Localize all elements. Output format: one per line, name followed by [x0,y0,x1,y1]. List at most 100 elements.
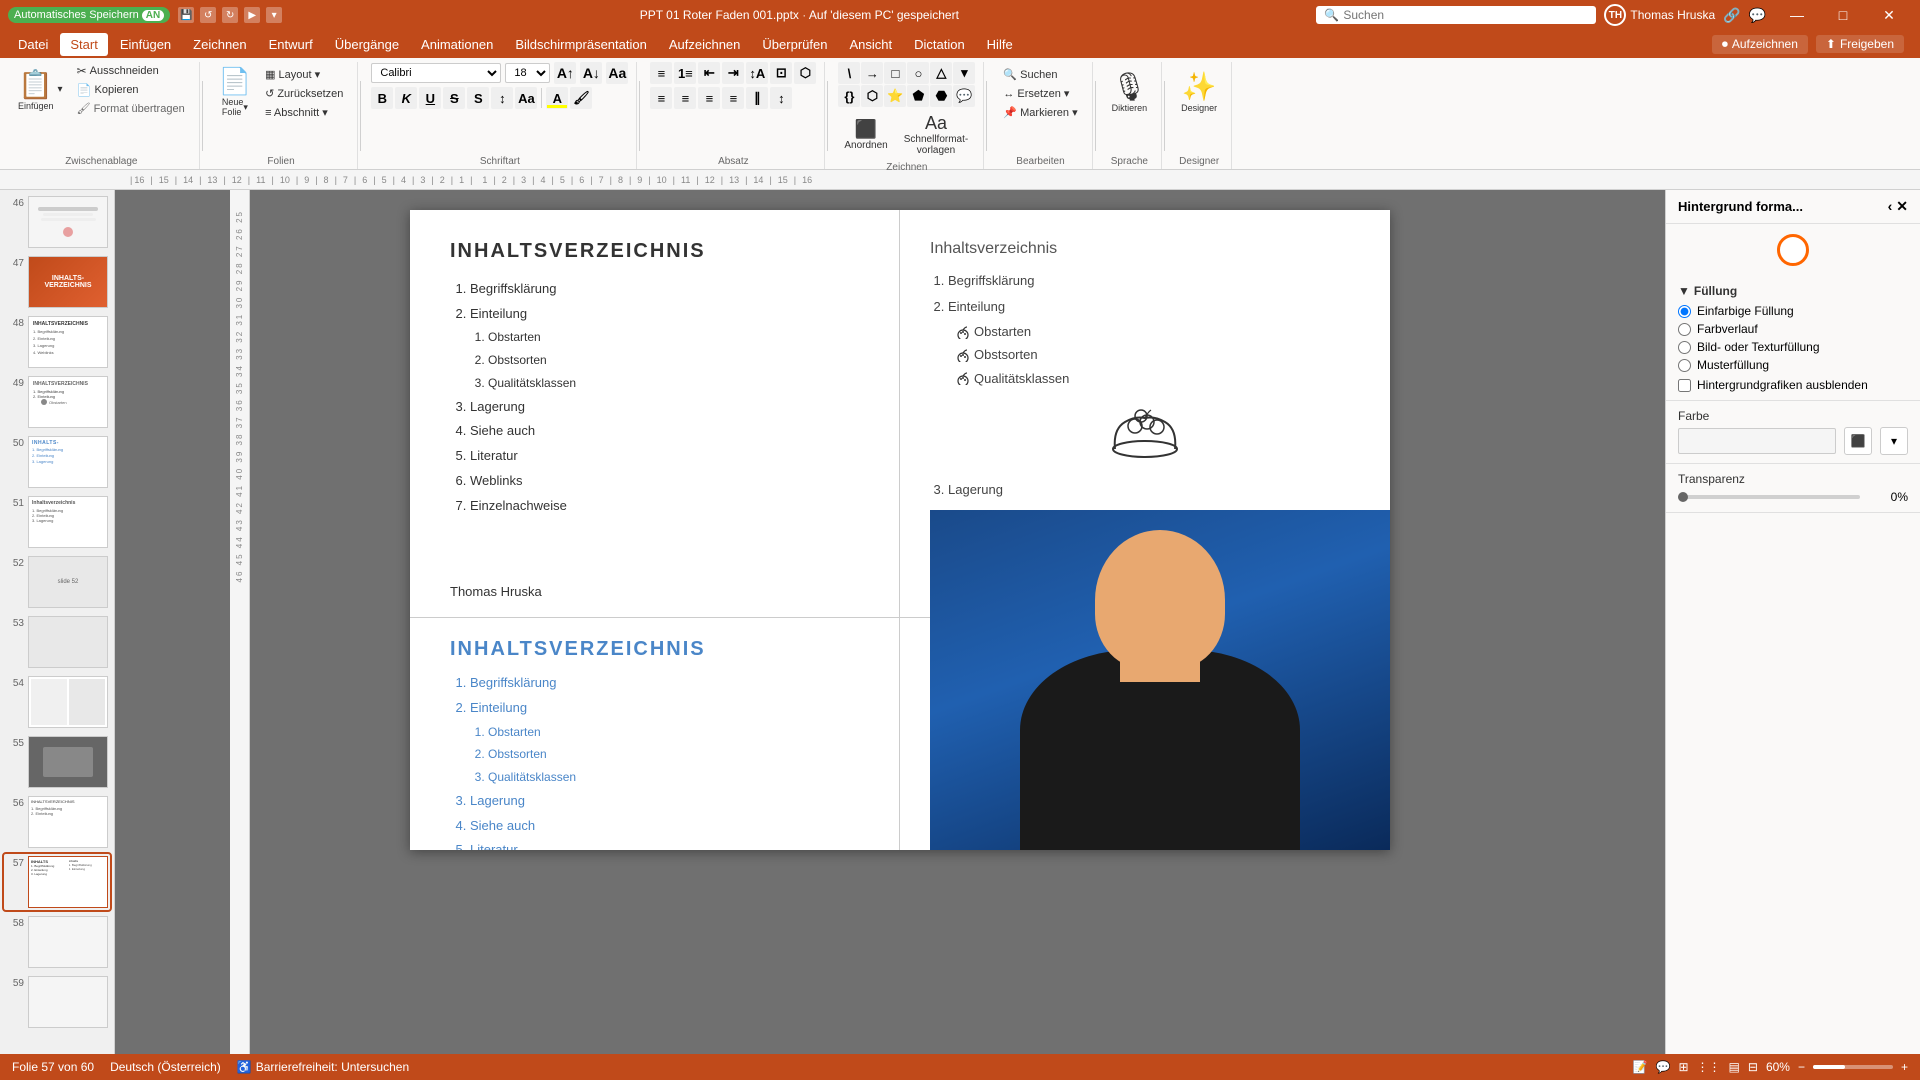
bold-button[interactable]: B [371,87,393,109]
menu-hilfe[interactable]: Hilfe [977,33,1023,56]
freigeben-button[interactable]: ⬆ Freigeben [1816,35,1904,53]
option-muster[interactable]: Musterfüllung [1678,358,1908,372]
slide-thumb-59[interactable]: 59 [4,974,110,1030]
zuruecksetzen-button[interactable]: ↺ Zurücksetzen [259,85,349,102]
canvas-area[interactable]: 46 45 44 43 42 41 40 39 38 37 36 35 34 3… [115,190,1665,1054]
slide-panel[interactable]: 46 47 INHALTS-VERZEICHNIS 48 [0,190,115,1054]
menu-entwurf[interactable]: Entwurf [259,33,323,56]
col-button[interactable]: ∥ [746,87,768,109]
view-presenter-icon[interactable]: ⊟ [1748,1060,1758,1074]
ersetzen-button[interactable]: ↔ Ersetzen ▾ [997,85,1083,102]
font-size-select[interactable]: 18 [505,63,550,83]
shape-oval[interactable]: ○ [907,62,929,84]
indent-more-button[interactable]: ⇥ [722,62,744,84]
underline-button[interactable]: U [419,87,441,109]
search-input[interactable] [1343,8,1543,22]
slide-thumb-46[interactable]: 46 [4,194,110,250]
indent-less-button[interactable]: ⇤ [698,62,720,84]
diktieren-button[interactable]: 🎙 Diktieren [1106,66,1154,117]
menu-dictation[interactable]: Dictation [904,33,975,56]
slide-canvas[interactable]: INHALTSVERZEICHNIS Begriffsklärung Einte… [410,210,1390,850]
neue-folie-button[interactable]: 📄 NeueFolie ▾ [213,62,257,121]
line-spacing-button[interactable]: ↕ [770,87,792,109]
menu-zeichnen[interactable]: Zeichnen [183,33,256,56]
menu-datei[interactable]: Datei [8,33,58,56]
panel-color-swatch[interactable] [1666,224,1920,276]
shapes-more[interactable]: ▾ [953,62,975,84]
shape-5[interactable]: ⬟ [907,85,929,107]
window-controls[interactable]: — □ ✕ [1774,0,1912,30]
slide-thumb-52[interactable]: 52 slide 52 [4,554,110,610]
aufzeichnen-button[interactable]: ⏺ Aufzeichnen [1712,35,1808,54]
expand-icon[interactable]: ▼ [1678,284,1690,298]
option-hintergrund[interactable]: Hintergrundgrafiken ausblenden [1678,378,1908,392]
justify-button[interactable]: ≡ [722,87,744,109]
slide-thumb-58[interactable]: 58 [4,914,110,970]
minimize-button[interactable]: — [1774,0,1820,30]
comment-icon[interactable]: 💬 [1656,1060,1671,1074]
suchen-button[interactable]: 🔍 Suchen [997,66,1083,83]
bullet-list-button[interactable]: ≡ [650,62,672,84]
zoom-slider[interactable] [1813,1065,1893,1069]
markieren-button[interactable]: 📌 Markieren ▾ [997,104,1083,121]
slide-thumb-55[interactable]: 55 [4,734,110,790]
slide-thumb-47[interactable]: 47 INHALTS-VERZEICHNIS [4,254,110,310]
notes-icon[interactable]: 📝 [1633,1060,1648,1074]
slide-thumb-48[interactable]: 48 INHALTSVERZEICHNIS 1. Begriffsklärung… [4,314,110,370]
shape-4[interactable]: ⭐ [884,85,906,107]
search-box[interactable]: 🔍 [1316,6,1596,24]
radio-einfarbig[interactable] [1678,305,1691,318]
accessibility-status[interactable]: ♿ Barrierefreiheit: Untersuchen [237,1060,409,1074]
font-name-select[interactable]: Calibri [371,63,501,83]
strikethrough-button[interactable]: S [443,87,465,109]
slide-thumb-56[interactable]: 56 INHALTSVERZEICHNIS 1. Begriffsklärung… [4,794,110,850]
shape-arrow[interactable]: → [861,62,883,84]
option-einfarbig[interactable]: Einfarbige Füllung [1678,304,1908,318]
panel-collapse-icon[interactable]: ‹ [1888,198,1893,215]
layout-button[interactable]: ▦ Layout ▾ [259,66,349,83]
menu-start[interactable]: Start [60,33,107,56]
num-list-button[interactable]: 1≡ [674,62,696,84]
menu-aufzeichnen[interactable]: Aufzeichnen [659,33,751,56]
text-direction-button[interactable]: ↕A [746,62,768,84]
view-reading-icon[interactable]: ▤ [1729,1060,1740,1074]
align-text-button[interactable]: ⊡ [770,62,792,84]
autosave-toggle[interactable]: Automatisches Speichern AN [8,7,170,23]
undo-icon[interactable]: ↺ [200,7,216,23]
smartart-button[interactable]: ⬡ [794,62,816,84]
transparenz-slider[interactable] [1678,495,1860,499]
font-increase-button[interactable]: A↑ [554,62,576,84]
radio-farbverlauf[interactable] [1678,323,1691,336]
color-display[interactable] [1678,428,1836,454]
shape-3[interactable]: ⬡ [861,85,883,107]
redo-icon[interactable]: ↻ [222,7,238,23]
align-left-button[interactable]: ≡ [650,87,672,109]
highlight-button[interactable]: 🖌 [570,87,592,109]
shape-2[interactable]: {} [838,85,860,107]
color-circle[interactable] [1777,234,1809,266]
present-icon[interactable]: ▶ [244,7,260,23]
spacing-button[interactable]: ↕ [491,87,513,109]
close-button[interactable]: ✕ [1866,0,1912,30]
designer-button[interactable]: ✨ Designer [1175,66,1223,117]
maximize-button[interactable]: □ [1820,0,1866,30]
option-farbverlauf[interactable]: Farbverlauf [1678,322,1908,336]
align-right-button[interactable]: ≡ [698,87,720,109]
menu-bildschirmpraesentaion[interactable]: Bildschirmpräsentation [505,33,657,56]
abschnitt-button[interactable]: ≡ Abschnitt ▾ [259,104,349,121]
shape-triangle[interactable]: △ [930,62,952,84]
case-button[interactable]: Aa [515,87,537,109]
shape-rect[interactable]: □ [884,62,906,84]
menu-ueberpruefen[interactable]: Überprüfen [752,33,837,56]
radio-muster[interactable] [1678,359,1691,372]
zoom-out-icon[interactable]: − [1798,1060,1805,1074]
shape-line[interactable]: \ [838,62,860,84]
font-color-button[interactable]: A [546,87,568,109]
menu-ansicht[interactable]: Ansicht [839,33,902,56]
font-decrease-button[interactable]: A↓ [580,62,602,84]
color-expand-button[interactable]: ▾ [1880,427,1908,455]
slide-thumb-49[interactable]: 49 INHALTSVERZEICHNIS 1. Begriffsklärung… [4,374,110,430]
option-bild-textur[interactable]: Bild- oder Texturfüllung [1678,340,1908,354]
align-center-button[interactable]: ≡ [674,87,696,109]
slide-thumb-51[interactable]: 51 Inhaltsverzeichnis 1. Begriffsklärung… [4,494,110,550]
